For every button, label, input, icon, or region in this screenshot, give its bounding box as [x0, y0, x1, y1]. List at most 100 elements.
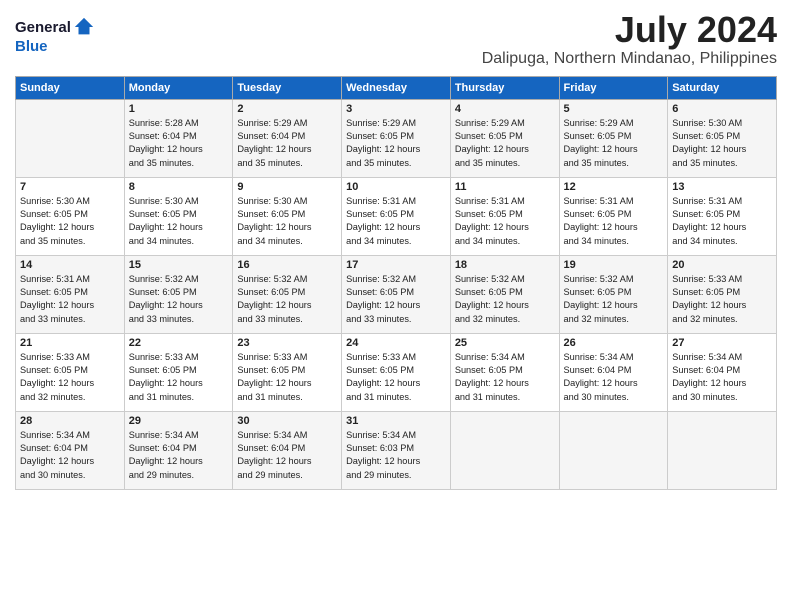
day-number: 6	[672, 103, 772, 115]
day-number: 20	[672, 259, 772, 271]
day-info: Sunrise: 5:32 AM Sunset: 6:05 PM Dayligh…	[564, 273, 664, 326]
day-info: Sunrise: 5:29 AM Sunset: 6:04 PM Dayligh…	[237, 117, 337, 170]
day-number: 24	[346, 337, 446, 349]
day-info: Sunrise: 5:33 AM Sunset: 6:05 PM Dayligh…	[237, 351, 337, 404]
header-right: July 2024 Dalipuga, Northern Mindanao, P…	[15, 10, 777, 76]
calendar-cell: 20 Sunrise: 5:33 AM Sunset: 6:05 PM Dayli…	[668, 255, 777, 333]
day-info: Sunrise: 5:34 AM Sunset: 6:05 PM Dayligh…	[455, 351, 555, 404]
calendar-cell: 29 Sunrise: 5:34 AM Sunset: 6:04 PM Dayli…	[124, 411, 233, 489]
calendar-cell: 16Sunrise: 5:32 AM Sunset: 6:05 PM Dayli…	[233, 255, 342, 333]
day-header-tuesday: Tuesday	[233, 76, 342, 99]
day-number: 1	[129, 103, 229, 115]
day-info: Sunrise: 5:31 AM Sunset: 6:05 PM Dayligh…	[455, 195, 555, 248]
calendar-cell: 9 Sunrise: 5:30 AM Sunset: 6:05 PM Daylig…	[233, 177, 342, 255]
day-number: 7	[20, 181, 120, 193]
day-info: Sunrise: 5:34 AM Sunset: 6:04 PM Dayligh…	[129, 429, 229, 482]
calendar-container: General Blue July 2024 Dalipuga, Norther…	[0, 0, 792, 500]
day-number: 26	[564, 337, 664, 349]
logo-general-text: General	[15, 19, 71, 36]
day-info: Sunrise: 5:34 AM Sunset: 6:04 PM Dayligh…	[237, 429, 337, 482]
day-number: 12	[564, 181, 664, 193]
calendar-cell: 7 Sunrise: 5:30 AM Sunset: 6:05 PM Daylig…	[16, 177, 125, 255]
calendar-cell: 26 Sunrise: 5:34 AM Sunset: 6:04 PM Dayli…	[559, 333, 668, 411]
day-number: 22	[129, 337, 229, 349]
logo: General Blue	[15, 16, 95, 56]
day-number: 13	[672, 181, 772, 193]
day-number: 8	[129, 181, 229, 193]
day-header-sunday: Sunday	[16, 76, 125, 99]
location: Dalipuga, Northern Mindanao, Philippines	[15, 50, 777, 68]
day-info: Sunrise: 5:28 AM Sunset: 6:04 PM Dayligh…	[129, 117, 229, 170]
calendar-cell: 17Sunrise: 5:32 AM Sunset: 6:05 PM Dayli…	[342, 255, 451, 333]
week-row-1: 1 Sunrise: 5:28 AM Sunset: 6:04 PM Daylig…	[16, 99, 777, 177]
day-info: Sunrise: 5:30 AM Sunset: 6:05 PM Dayligh…	[20, 195, 120, 248]
calendar-cell	[559, 411, 668, 489]
day-number: 31	[346, 415, 446, 427]
calendar-table: SundayMondayTuesdayWednesdayThursdayFrid…	[15, 76, 777, 490]
calendar-cell: 24 Sunrise: 5:33 AM Sunset: 6:05 PM Dayli…	[342, 333, 451, 411]
calendar-header: SundayMondayTuesdayWednesdayThursdayFrid…	[16, 76, 777, 99]
day-number: 21	[20, 337, 120, 349]
day-number: 3	[346, 103, 446, 115]
day-number: 29	[129, 415, 229, 427]
day-number: 11	[455, 181, 555, 193]
day-number: 25	[455, 337, 555, 349]
header: General Blue July 2024 Dalipuga, Norther…	[15, 10, 777, 76]
day-info: Sunrise: 5:33 AM Sunset: 6:05 PM Dayligh…	[672, 273, 772, 326]
day-number: 4	[455, 103, 555, 115]
day-number: 14	[20, 259, 120, 271]
calendar-cell: 15 Sunrise: 5:32 AM Sunset: 6:05 PM Dayli…	[124, 255, 233, 333]
day-number: 23	[237, 337, 337, 349]
day-header-thursday: Thursday	[450, 76, 559, 99]
day-info: Sunrise: 5:32 AM Sunset: 6:05 PM Dayligh…	[129, 273, 229, 326]
day-info: Sunrise: 5:33 AM Sunset: 6:05 PM Dayligh…	[346, 351, 446, 404]
day-number: 19	[564, 259, 664, 271]
calendar-cell: 23 Sunrise: 5:33 AM Sunset: 6:05 PM Dayli…	[233, 333, 342, 411]
calendar-cell: 18 Sunrise: 5:32 AM Sunset: 6:05 PM Dayli…	[450, 255, 559, 333]
calendar-cell: 19 Sunrise: 5:32 AM Sunset: 6:05 PM Dayli…	[559, 255, 668, 333]
day-info: Sunrise: 5:29 AM Sunset: 6:05 PM Dayligh…	[564, 117, 664, 170]
day-info: Sunrise: 5:30 AM Sunset: 6:05 PM Dayligh…	[129, 195, 229, 248]
day-info: Sunrise: 5:30 AM Sunset: 6:05 PM Dayligh…	[237, 195, 337, 248]
day-number: 15	[129, 259, 229, 271]
day-number: 5	[564, 103, 664, 115]
day-number: 10	[346, 181, 446, 193]
logo-icon	[73, 16, 95, 38]
calendar-cell: 28 Sunrise: 5:34 AM Sunset: 6:04 PM Dayli…	[16, 411, 125, 489]
day-info: Sunrise: 5:33 AM Sunset: 6:05 PM Dayligh…	[20, 351, 120, 404]
day-info: Sunrise: 5:34 AM Sunset: 6:04 PM Dayligh…	[20, 429, 120, 482]
day-info: Sunrise: 5:34 AM Sunset: 6:04 PM Dayligh…	[564, 351, 664, 404]
week-row-2: 7 Sunrise: 5:30 AM Sunset: 6:05 PM Daylig…	[16, 177, 777, 255]
day-number: 18	[455, 259, 555, 271]
calendar-cell: 12Sunrise: 5:31 AM Sunset: 6:05 PM Dayli…	[559, 177, 668, 255]
calendar-cell: 25 Sunrise: 5:34 AM Sunset: 6:05 PM Dayli…	[450, 333, 559, 411]
calendar-cell: 8 Sunrise: 5:30 AM Sunset: 6:05 PM Daylig…	[124, 177, 233, 255]
calendar-cell: 4Sunrise: 5:29 AM Sunset: 6:05 PM Daylig…	[450, 99, 559, 177]
day-info: Sunrise: 5:34 AM Sunset: 6:04 PM Dayligh…	[672, 351, 772, 404]
day-info: Sunrise: 5:32 AM Sunset: 6:05 PM Dayligh…	[455, 273, 555, 326]
week-row-4: 21 Sunrise: 5:33 AM Sunset: 6:05 PM Dayli…	[16, 333, 777, 411]
calendar-cell: 31Sunrise: 5:34 AM Sunset: 6:03 PM Dayli…	[342, 411, 451, 489]
day-number: 28	[20, 415, 120, 427]
day-header-friday: Friday	[559, 76, 668, 99]
calendar-cell: 27 Sunrise: 5:34 AM Sunset: 6:04 PM Dayli…	[668, 333, 777, 411]
day-number: 2	[237, 103, 337, 115]
day-header-wednesday: Wednesday	[342, 76, 451, 99]
calendar-cell: 13Sunrise: 5:31 AM Sunset: 6:05 PM Dayli…	[668, 177, 777, 255]
day-info: Sunrise: 5:33 AM Sunset: 6:05 PM Dayligh…	[129, 351, 229, 404]
calendar-cell: 22 Sunrise: 5:33 AM Sunset: 6:05 PM Dayli…	[124, 333, 233, 411]
calendar-cell	[16, 99, 125, 177]
day-info: Sunrise: 5:30 AM Sunset: 6:05 PM Dayligh…	[672, 117, 772, 170]
calendar-cell: 21 Sunrise: 5:33 AM Sunset: 6:05 PM Dayli…	[16, 333, 125, 411]
calendar-cell: 6 Sunrise: 5:30 AM Sunset: 6:05 PM Daylig…	[668, 99, 777, 177]
day-info: Sunrise: 5:32 AM Sunset: 6:05 PM Dayligh…	[346, 273, 446, 326]
day-number: 9	[237, 181, 337, 193]
calendar-cell: 1 Sunrise: 5:28 AM Sunset: 6:04 PM Daylig…	[124, 99, 233, 177]
day-header-monday: Monday	[124, 76, 233, 99]
day-number: 27	[672, 337, 772, 349]
calendar-cell	[668, 411, 777, 489]
day-header-saturday: Saturday	[668, 76, 777, 99]
calendar-cell: 5 Sunrise: 5:29 AM Sunset: 6:05 PM Daylig…	[559, 99, 668, 177]
logo-blue-text: Blue	[15, 38, 48, 55]
calendar-cell	[450, 411, 559, 489]
